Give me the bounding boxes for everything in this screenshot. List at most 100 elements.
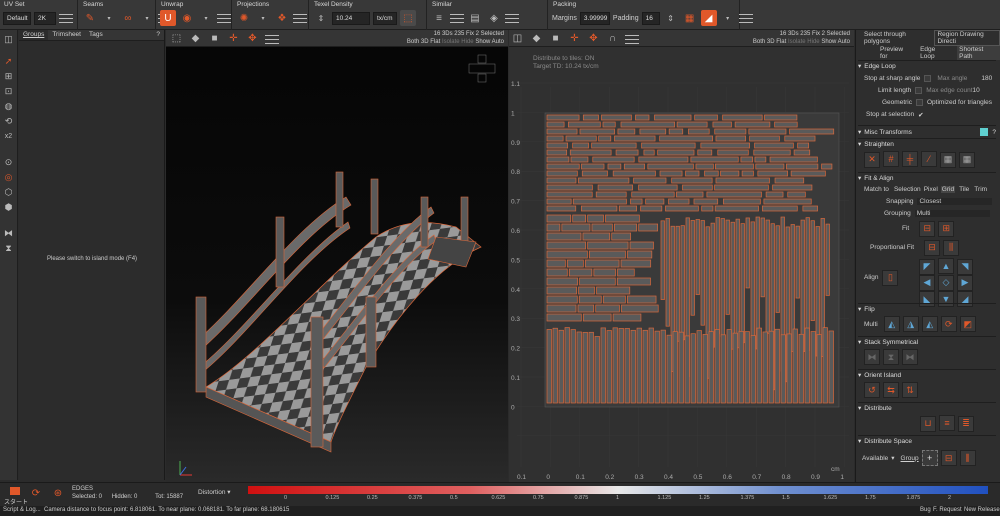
- shortest-path-tab[interactable]: Shortest Path: [957, 46, 1000, 60]
- tab-tags[interactable]: Tags: [85, 30, 107, 40]
- similar-select-icon[interactable]: ▤: [467, 10, 483, 26]
- group-dropdown[interactable]: Group: [901, 455, 919, 462]
- fit-align-header[interactable]: ▾ Fit & Align: [858, 172, 996, 183]
- projections-settings-icon[interactable]: [293, 12, 307, 24]
- feature-request-button[interactable]: F. Request: [933, 507, 962, 513]
- straighten-grid-icon[interactable]: #: [883, 151, 899, 167]
- orient-3-icon[interactable]: ⇅: [902, 382, 918, 398]
- straighten-block2-icon[interactable]: ▦: [959, 151, 975, 168]
- distribute-space-3-icon[interactable]: ⫼: [959, 450, 976, 466]
- script-log-button[interactable]: Script & Log...: [3, 507, 41, 513]
- projection-box-icon[interactable]: ❖: [274, 10, 290, 26]
- similar-settings-icon[interactable]: [450, 12, 464, 24]
- straighten-h-icon[interactable]: ╪: [902, 151, 918, 167]
- distribute-space-plus-icon[interactable]: +: [921, 450, 938, 466]
- stop-sharp-checkbox[interactable]: [924, 75, 932, 82]
- uv-cube-icon[interactable]: ◆: [530, 32, 543, 45]
- seam-tool-icon[interactable]: ✎: [82, 10, 98, 26]
- straighten-header[interactable]: ▾ Straighten: [858, 138, 996, 149]
- island-mode-icon[interactable]: ⬢: [2, 200, 16, 214]
- flip-v-icon[interactable]: ◮: [902, 316, 919, 332]
- select-through-label[interactable]: Select through polygons: [864, 31, 926, 45]
- margins-field[interactable]: 3.99999: [579, 11, 610, 25]
- flip-rot-icon[interactable]: ⟳: [940, 316, 957, 332]
- distribute-2-icon[interactable]: ≡: [939, 415, 955, 431]
- sphere-icon[interactable]: ◍: [2, 99, 16, 113]
- similar-stack-icon[interactable]: ≡: [431, 10, 447, 26]
- uv-settings-icon[interactable]: [625, 33, 639, 45]
- fit-all-icon[interactable]: ⊞: [938, 220, 955, 237]
- tab-groups[interactable]: Groups: [19, 30, 49, 40]
- distribute-space-2-icon[interactable]: ⊟: [940, 450, 957, 466]
- stack-sym-2-icon[interactable]: ⧗: [883, 349, 899, 365]
- orient-2-icon[interactable]: ⇆: [883, 382, 899, 398]
- move-icon[interactable]: ⊞: [2, 69, 16, 83]
- max-angle-field[interactable]: 180: [981, 75, 992, 82]
- match-grid[interactable]: Grid: [940, 186, 956, 193]
- vertex-mode-icon[interactable]: ⊙: [2, 155, 16, 169]
- resolution-dropdown[interactable]: 2K: [34, 11, 56, 25]
- match-trim[interactable]: Trim: [974, 186, 987, 193]
- select-arrow-icon[interactable]: ➚: [2, 54, 16, 68]
- edge-loop-header[interactable]: ▾ Edge Loop: [858, 60, 996, 71]
- match-selection[interactable]: Selection: [894, 186, 921, 193]
- distribute-space-header[interactable]: ▾ Distribute Space: [858, 435, 996, 446]
- shading-icon[interactable]: ■: [208, 32, 221, 45]
- cube-icon[interactable]: ◆: [189, 32, 202, 45]
- texel-apply-icon[interactable]: ⬚: [400, 10, 416, 26]
- align-tr-icon[interactable]: ◥: [957, 258, 973, 275]
- record-icon[interactable]: ⊛: [50, 485, 66, 501]
- flip-diag-icon[interactable]: ◭: [921, 316, 938, 332]
- padding-field[interactable]: 16: [641, 11, 660, 25]
- edge-mode-icon[interactable]: ◎: [2, 170, 16, 184]
- available-dropdown[interactable]: Available: [862, 455, 888, 462]
- distribute-1-icon[interactable]: ⊔: [920, 415, 936, 432]
- stack-icon[interactable]: ⧗: [2, 241, 16, 255]
- straighten-block-icon[interactable]: ▦: [940, 151, 956, 168]
- uvset-dropdown[interactable]: Default: [3, 11, 31, 25]
- new-release-button[interactable]: New Release: [964, 507, 1000, 513]
- stack-sym-3-icon[interactable]: ⧓: [902, 349, 918, 365]
- uv-pivot-icon[interactable]: ✛: [568, 32, 581, 45]
- bug-button[interactable]: Bug: [920, 507, 931, 513]
- unwrap-settings-icon[interactable]: [217, 12, 231, 24]
- pivot-icon[interactable]: ✛: [227, 32, 240, 45]
- rotate-icon[interactable]: ⟲: [2, 114, 16, 128]
- align-center-icon[interactable]: ▯: [882, 269, 899, 286]
- geometric-checkbox[interactable]: [915, 99, 923, 106]
- infinity-seam-icon[interactable]: ∞: [120, 10, 136, 26]
- help-icon[interactable]: ?: [152, 30, 164, 40]
- scale-x2-icon[interactable]: x2: [2, 129, 16, 143]
- texel-unit-dropdown[interactable]: tx/cm: [373, 11, 397, 25]
- max-edge-count-field[interactable]: 10: [973, 87, 980, 94]
- stop-selection-checkbox[interactable]: ✔: [918, 111, 923, 119]
- scale-icon[interactable]: ⊡: [2, 84, 16, 98]
- viewport-settings-icon[interactable]: [265, 33, 279, 45]
- stack-sym-1-icon[interactable]: ⧓: [864, 349, 880, 365]
- uv-gizmo-icon[interactable]: ✥: [587, 32, 600, 45]
- similar-settings2-icon[interactable]: [505, 12, 519, 24]
- misc-transforms-header[interactable]: ▾ Misc Transforms?: [858, 125, 996, 138]
- straighten-diag-icon[interactable]: ⁄: [921, 151, 937, 167]
- distribute-header[interactable]: ▾ Distribute: [858, 402, 996, 413]
- packing-settings-icon[interactable]: [738, 12, 753, 24]
- projection-gear-icon[interactable]: ✺: [236, 10, 252, 26]
- align-l-icon[interactable]: ◀: [919, 274, 935, 291]
- snapping-dropdown[interactable]: Closest: [917, 198, 993, 205]
- flip-multi-dropdown[interactable]: Multi: [864, 321, 878, 328]
- face-mode-icon[interactable]: ⬡: [2, 185, 16, 199]
- flip-all-icon[interactable]: ◩: [959, 316, 976, 332]
- unwrap-record-icon[interactable]: ◉: [179, 10, 195, 26]
- orient-1-icon[interactable]: ↺: [864, 382, 880, 398]
- match-pixel[interactable]: Pixel: [924, 186, 938, 193]
- uvset-settings-icon[interactable]: [59, 12, 73, 24]
- limit-length-checkbox[interactable]: [915, 87, 923, 94]
- uv-magnet-icon[interactable]: ∩: [606, 32, 619, 45]
- tab-trimsheet[interactable]: Trimsheet: [48, 30, 85, 40]
- distortion-dropdown[interactable]: Distortion ▾: [198, 488, 231, 496]
- frame-icon[interactable]: ⬚: [170, 32, 183, 45]
- prop-fit-v-icon[interactable]: ⫼: [943, 239, 960, 256]
- misc-color-swatch[interactable]: [980, 128, 989, 136]
- distribute-3-icon[interactable]: ≣: [958, 415, 974, 432]
- pack-layout-icon[interactable]: ◢: [700, 10, 717, 26]
